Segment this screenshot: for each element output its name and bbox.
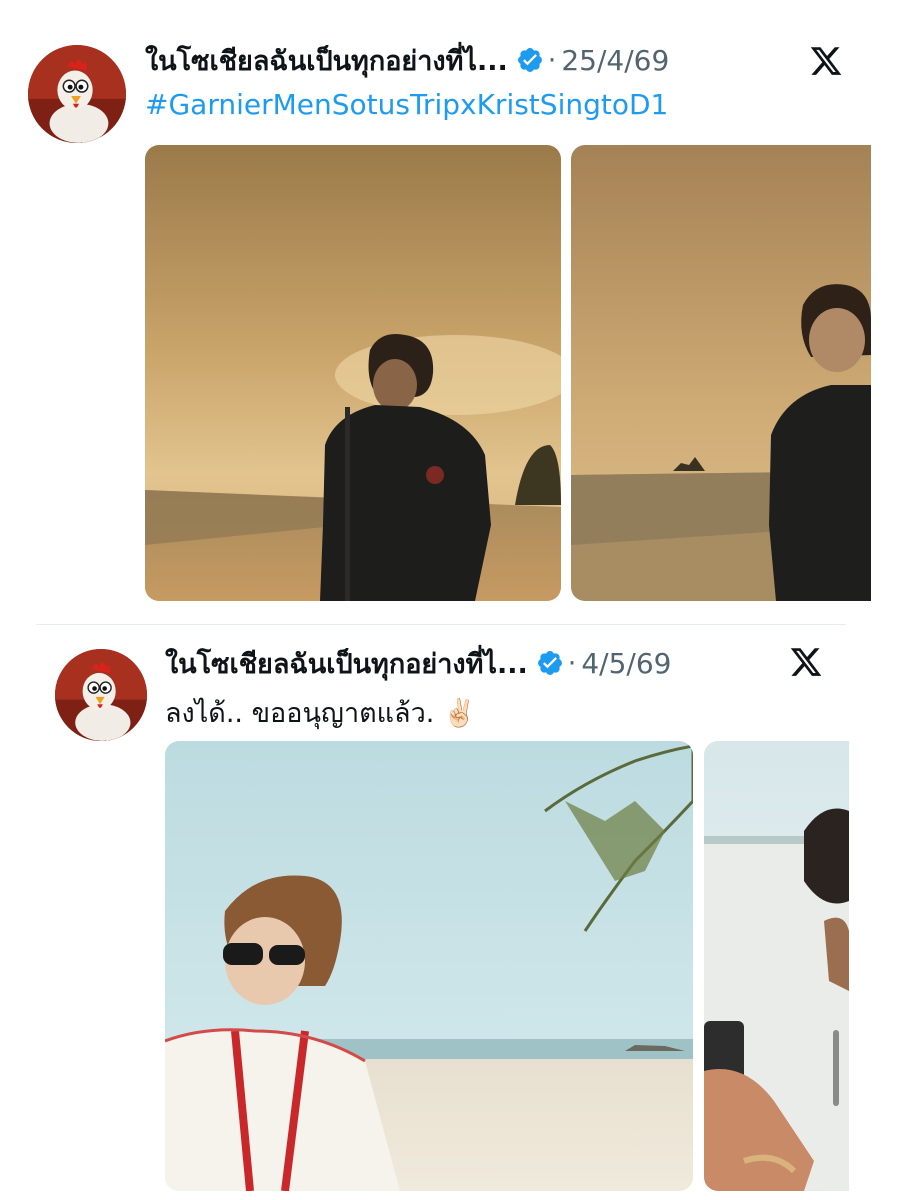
author-name[interactable]: ในโซเชียลฉันเป็นทุกอย่างที่ไ... — [165, 642, 528, 685]
media-photo-1[interactable] — [145, 145, 561, 601]
post-text-body: ลงได้.. ขออนุญาตแล้ว. — [165, 698, 435, 729]
hashtag-link[interactable]: #GarnierMenSotusTripxKristSingtoD1 — [145, 88, 668, 121]
sunset-beach-photo — [145, 145, 561, 601]
author-name[interactable]: ในโซเชียลฉันเป็นทุกอย่างที่ไ... — [145, 39, 508, 82]
verified-badge-icon — [536, 649, 564, 677]
media-photo-1[interactable] — [165, 741, 693, 1191]
media-photo-2[interactable] — [571, 145, 871, 601]
post-text: ลงได้.. ขออนุญาตแล้ว. ✌🏻 — [165, 691, 477, 734]
x-logo-icon[interactable] — [809, 44, 843, 78]
post-date[interactable]: 4/5/69 — [581, 647, 671, 680]
post-header: ในโซเชียลฉันเป็นทุกอย่างที่ไ... · 25/4/6… — [145, 40, 669, 80]
media-photo-2[interactable] — [704, 741, 849, 1191]
post-1[interactable]: ในโซเชียลฉันเป็นทุกอย่างที่ไ... · 25/4/6… — [0, 0, 900, 620]
chicken-avatar-icon — [55, 649, 147, 741]
sunset-beach-photo — [571, 145, 871, 601]
victory-hand-emoji: ✌🏻 — [442, 698, 477, 729]
post-date[interactable]: 25/4/69 — [561, 44, 669, 77]
scrollbar-thumb[interactable] — [833, 1030, 839, 1106]
feed: ในโซเชียลฉันเป็นทุกอย่างที่ไ... · 25/4/6… — [0, 0, 900, 1200]
separator-dot: · — [547, 44, 557, 76]
day-beach-photo — [704, 741, 849, 1191]
x-logo-icon[interactable] — [789, 645, 823, 679]
post-header: ในโซเชียลฉันเป็นทุกอย่างที่ไ... · 4/5/69 — [165, 643, 671, 683]
verified-badge-icon — [516, 46, 544, 74]
separator-dot: · — [567, 647, 577, 679]
day-beach-photo — [165, 741, 693, 1191]
avatar[interactable] — [55, 649, 147, 741]
post-2[interactable]: ในโซเชียลฉันเป็นทุกอย่างที่ไ... · 4/5/69… — [0, 625, 900, 1200]
avatar[interactable] — [28, 45, 126, 143]
chicken-avatar-icon — [28, 45, 126, 143]
